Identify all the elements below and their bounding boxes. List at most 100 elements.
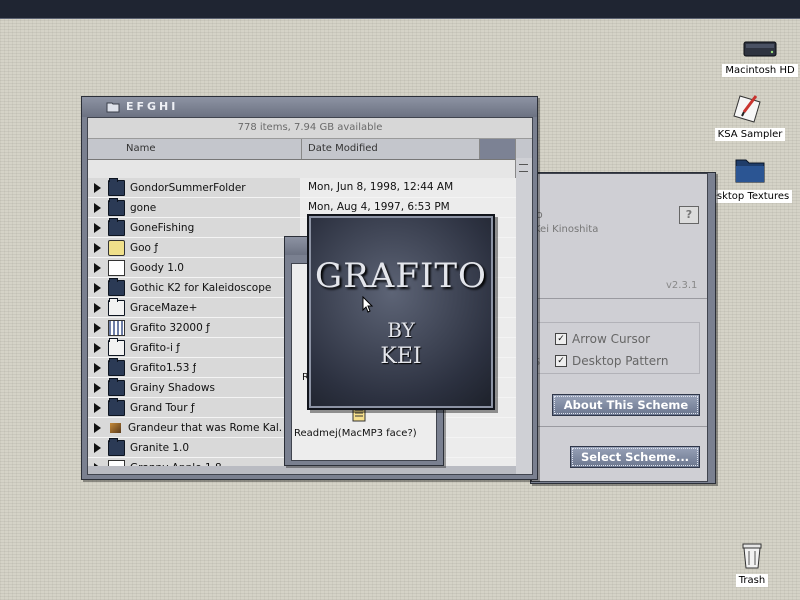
file-name: Grafito-i ƒ (130, 341, 180, 354)
name-cell: Gothic K2 for Kaleidoscope (88, 277, 300, 297)
folder-icon (108, 397, 125, 416)
disclosure-triangle-icon[interactable] (94, 282, 101, 293)
file-name: gone (130, 201, 157, 214)
date-modified: Mon, Jun 8, 1998, 12:44 AM (300, 178, 516, 197)
control-panel-body: o Kei Kinoshita ? v2.3.1 s ✓ Arrow Curso… (530, 173, 708, 482)
desktop-icon-label: Trash (735, 574, 769, 587)
file-name: Grafito1.53 ƒ (130, 361, 197, 374)
folder-icon (108, 178, 125, 196)
folder-icon (108, 337, 125, 356)
splash-author: KEI (380, 344, 422, 369)
splash-title: GRAFITO (315, 256, 487, 296)
file-name: Grand Tour ƒ (130, 401, 195, 414)
scheme-info-area: o Kei Kinoshita ? v2.3.1 (532, 200, 707, 298)
checkmark-icon: ✓ (555, 333, 567, 345)
grafito-splash: GRAFITO BY KEI (307, 214, 495, 410)
horizontal-scrollbar[interactable] (88, 466, 516, 474)
disclosure-triangle-icon[interactable] (94, 322, 101, 333)
help-button[interactable]: ? (679, 206, 699, 224)
file-name: Granite 1.0 (130, 441, 190, 454)
disclosure-triangle-icon[interactable] (94, 422, 101, 433)
file-icon (108, 319, 125, 336)
help-icon: ? (685, 208, 693, 221)
paint-document-icon (733, 95, 761, 123)
file-name: GraceMaze+ (130, 301, 198, 314)
name-cell: Goody 1.0 (88, 258, 300, 277)
file-name: Goo ƒ (130, 241, 159, 254)
desktop-pattern-checkbox[interactable]: ✓ Desktop Pattern (555, 354, 668, 368)
column-spacer (480, 139, 516, 159)
column-name[interactable]: Name (88, 139, 302, 159)
sort-direction-icon[interactable] (519, 164, 528, 172)
folder-icon (108, 357, 125, 376)
disclosure-triangle-icon[interactable] (94, 382, 101, 393)
disclosure-triangle-icon[interactable] (94, 182, 101, 193)
divider (532, 426, 707, 427)
vertical-scrollbar[interactable] (515, 158, 532, 474)
readme-label[interactable]: Readmej(MacMP3 face?) (294, 428, 417, 439)
name-cell: Grafito-i ƒ (88, 337, 300, 357)
file-name: Grafito 32000 ƒ (130, 321, 210, 334)
folder-icon (108, 277, 125, 296)
desktop-icon-label: KSA Sampler (714, 128, 786, 141)
name-cell: Grafito 32000 ƒ (88, 318, 300, 337)
name-cell: GondorSummerFolder (88, 178, 300, 197)
scheme-author: Kei Kinoshita (534, 224, 599, 235)
checkmark-icon: ✓ (555, 355, 567, 367)
name-cell: GraceMaze+ (88, 297, 300, 317)
title-bar[interactable]: EFGHI (82, 97, 537, 117)
name-cell: Grand Tour ƒ (88, 397, 300, 417)
arrow-cursor-icon (362, 296, 374, 313)
column-header: Name Date Modified (88, 139, 532, 160)
name-cell: gone (88, 197, 300, 217)
file-icon (108, 239, 125, 256)
name-cell: Grandeur that was Rome Kal. 2.0 (88, 418, 300, 437)
folder-icon (108, 217, 125, 236)
arrow-cursor-checkbox[interactable]: ✓ Arrow Cursor (555, 332, 650, 346)
desktop-icon-ksa-sampler[interactable]: KSA Sampler (700, 92, 800, 141)
desktop-icon-label: esktop Textures (707, 190, 793, 203)
disclosure-triangle-icon[interactable] (94, 402, 101, 413)
disclosure-triangle-icon[interactable] (94, 362, 101, 373)
desktop-pattern-label: Desktop Pattern (572, 354, 669, 368)
file-name: Gothic K2 for Kaleidoscope (130, 281, 272, 294)
file-icon (108, 421, 123, 435)
disclosure-triangle-icon[interactable] (94, 342, 101, 353)
file-name: Goody 1.0 (130, 261, 184, 274)
folder-icon (106, 102, 120, 113)
divider (532, 298, 707, 299)
hard-drive-icon (743, 41, 777, 57)
menu-bar (0, 0, 800, 19)
folder-icon (108, 437, 125, 456)
desktop-icon-trash[interactable]: Trash (702, 538, 800, 587)
desktop-icon-label: Macintosh HD (722, 64, 798, 77)
column-date-modified[interactable]: Date Modified (302, 139, 480, 159)
folder-icon (735, 159, 765, 183)
disclosure-triangle-icon[interactable] (94, 242, 101, 253)
select-scheme-button[interactable]: Select Scheme... (570, 446, 700, 468)
disclosure-triangle-icon[interactable] (94, 262, 101, 273)
file-name: Grandeur that was Rome Kal. 2.0 (128, 421, 300, 434)
name-cell: Granite 1.0 (88, 437, 300, 457)
folder-icon (108, 297, 125, 316)
file-name: Grainy Shadows (130, 381, 215, 394)
trash-icon (742, 543, 762, 569)
version-label: v2.3.1 (666, 280, 698, 291)
name-cell: Grafito1.53 ƒ (88, 357, 300, 377)
name-cell: Goo ƒ (88, 238, 300, 257)
desktop-icon-macintosh-hd[interactable]: Macintosh HD (710, 38, 800, 77)
disclosure-triangle-icon[interactable] (94, 222, 101, 233)
file-icon (108, 259, 125, 276)
folder-icon (108, 197, 125, 216)
folder-icon (108, 377, 125, 396)
list-item[interactable]: GondorSummerFolder Mon, Jun 8, 1998, 12:4… (88, 178, 516, 198)
window-title: EFGHI (126, 100, 179, 113)
file-name: GondorSummerFolder (130, 181, 246, 194)
about-scheme-button[interactable]: About This Scheme (552, 394, 700, 416)
name-cell: GoneFishing (88, 217, 300, 237)
disclosure-triangle-icon[interactable] (94, 202, 101, 213)
name-cell: Grainy Shadows (88, 377, 300, 397)
disclosure-triangle-icon[interactable] (94, 302, 101, 313)
disclosure-triangle-icon[interactable] (94, 442, 101, 453)
splash-by: BY (387, 318, 415, 342)
